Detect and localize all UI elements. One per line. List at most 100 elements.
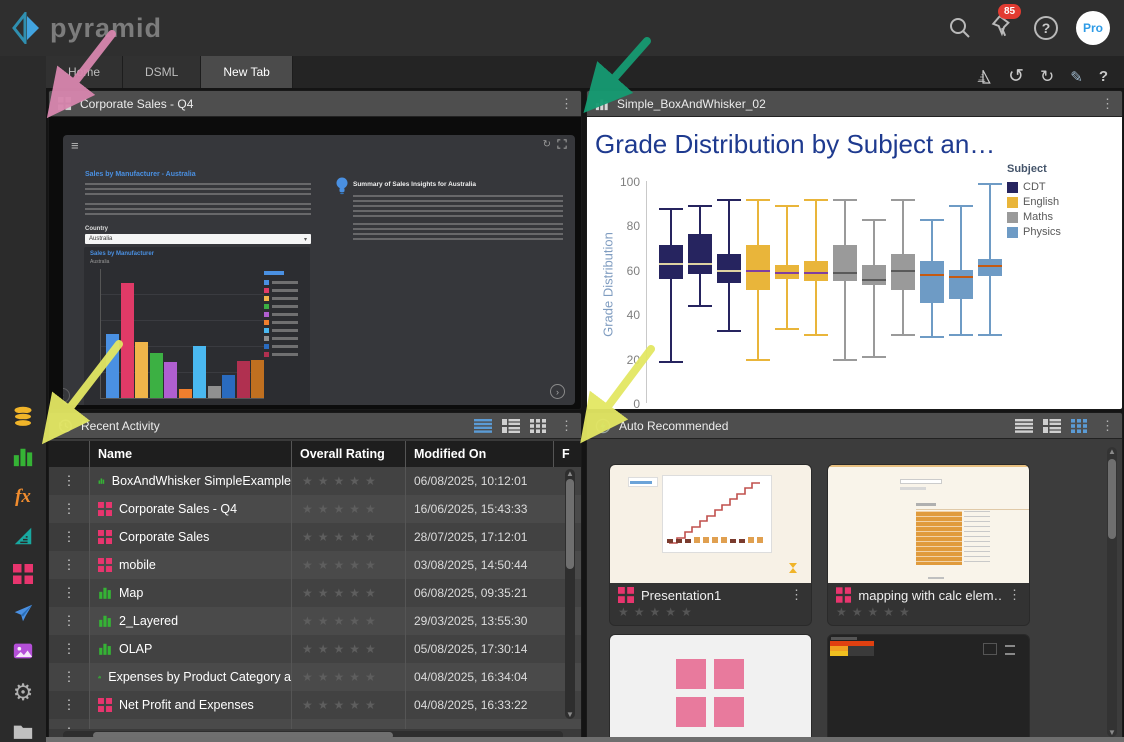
help-toolbar-icon[interactable]: ? (1099, 68, 1108, 85)
box-whisker-cdt-2[interactable] (688, 181, 712, 403)
search-icon[interactable] (948, 16, 972, 40)
refresh-icon[interactable]: ↻ (1040, 67, 1054, 87)
box-whisker-maths-9[interactable] (891, 181, 915, 403)
panel-menu-icon[interactable]: ⋮ (1101, 418, 1114, 434)
sidebar-item-discover[interactable] (0, 439, 46, 475)
sidebar-item-illustrate[interactable] (0, 633, 46, 669)
row-rating[interactable]: ★★★★★ (291, 691, 405, 719)
box-whisker-english-5[interactable] (775, 181, 799, 403)
table-row[interactable]: ⋮BoxAndWhisker SimpleExample★★★★★06/08/2… (49, 467, 581, 495)
panel-menu-icon[interactable]: ⋮ (560, 418, 573, 434)
card-rating[interactable]: ★★★★★ (836, 605, 1021, 619)
country-select[interactable]: Australia ▾ (85, 234, 311, 244)
panel-menu-icon[interactable]: ⋮ (1101, 96, 1114, 112)
row-drag-handle[interactable]: ⋮ (49, 551, 89, 579)
pyramid-model-icon[interactable] (974, 68, 992, 86)
row-drag-handle[interactable]: ⋮ (49, 691, 89, 719)
card-thumbnail[interactable] (610, 465, 811, 583)
box-whisker-physics-11[interactable] (949, 181, 973, 403)
sidebar-item-present[interactable] (0, 518, 46, 554)
box-whisker-cdt-3[interactable] (717, 181, 741, 403)
row-name[interactable]: BoxAndWhisker SimpleExample (89, 467, 291, 495)
row-drag-handle[interactable]: ⋮ (49, 579, 89, 607)
panel-boxwhisker-header[interactable]: Simple_BoxAndWhisker_02 ⋮ (587, 91, 1122, 117)
undo-icon[interactable]: ↺ (1008, 65, 1024, 88)
table-row[interactable]: ⋮Corporate Sales - Q4★★★★★16/06/2025, 15… (49, 495, 581, 523)
box-whisker-cdt-1[interactable] (659, 181, 683, 403)
recommended-card[interactable] (609, 634, 812, 742)
table-row[interactable]: ⋮Map★★★★★06/08/2025, 09:35:21 (49, 579, 581, 607)
list-view-icon[interactable] (1015, 419, 1033, 433)
box-whisker-physics-12[interactable] (978, 181, 1002, 403)
panel-menu-icon[interactable]: ⋮ (560, 96, 573, 112)
card-menu-icon[interactable]: ⋮ (1008, 587, 1021, 603)
row-rating[interactable]: ★★★★★ (291, 551, 405, 579)
tab-new-tab[interactable]: New Tab (201, 56, 292, 88)
row-drag-handle[interactable]: ⋮ (49, 635, 89, 663)
tab-home[interactable]: Home (46, 56, 123, 88)
legend-entry-cdt[interactable]: CDT (1007, 181, 1061, 193)
box-whisker-english-6[interactable] (804, 181, 828, 403)
table-row[interactable]: ⋮Net Profit and Expenses★★★★★04/08/2025,… (49, 691, 581, 719)
column-header-name[interactable]: Name (89, 441, 291, 467)
column-header-f[interactable]: F (553, 441, 581, 467)
row-rating[interactable]: ★★★★★ (291, 607, 405, 635)
recommended-card[interactable] (827, 634, 1030, 742)
legend-entry-english[interactable]: English (1007, 196, 1061, 208)
row-name[interactable]: Corporate Sales - Q4 (89, 495, 291, 523)
sidebar-item-content[interactable] (0, 714, 46, 742)
row-drag-handle[interactable]: ⋮ (49, 663, 89, 691)
pyramid-logo[interactable]: pyramid (0, 12, 162, 44)
preview-next-page-button[interactable]: › (550, 384, 565, 399)
table-row[interactable]: ⋮mobile★★★★★03/08/2025, 14:50:44 (49, 551, 581, 579)
sidebar-item-admin[interactable]: ⚙ (0, 674, 46, 710)
preview-expand-icon[interactable] (557, 139, 567, 149)
vertical-scrollbar[interactable]: ▲ ▼ (565, 469, 575, 719)
sidebar-item-publications[interactable] (0, 556, 46, 592)
row-rating[interactable]: ★★★★★ (291, 663, 405, 691)
card-thumbnail[interactable] (828, 635, 1029, 742)
row-drag-handle[interactable]: ⋮ (49, 719, 89, 729)
row-name[interactable]: mobile (89, 551, 291, 579)
row-rating[interactable]: ★★★★★ (291, 467, 405, 495)
row-name[interactable]: 2_Layered (89, 607, 291, 635)
table-row[interactable]: ⋮OLAP★★★★★05/08/2025, 17:30:14 (49, 635, 581, 663)
box-whisker-physics-10[interactable] (920, 181, 944, 403)
notifications-button[interactable]: 85 (990, 13, 1016, 44)
row-name[interactable]: Net Profit and Expenses (89, 691, 291, 719)
help-button[interactable]: ? (1034, 16, 1058, 40)
preview-refresh-icon[interactable]: ↻ (543, 139, 551, 150)
table-row[interactable]: ⋮Expenses by Product Category a★★★★★04/0… (49, 663, 581, 691)
detail-view-icon[interactable] (502, 419, 520, 433)
row-rating[interactable]: ★★★★★ (291, 523, 405, 551)
row-name[interactable]: Map (89, 579, 291, 607)
corporate-sales-preview[interactable]: ≡ ↻ Sales by Manufacturer - Australia Co… (63, 135, 575, 405)
table-row[interactable]: ⋮ (49, 719, 581, 729)
column-header-overall-rating[interactable]: Overall Rating (291, 441, 405, 467)
row-rating[interactable]: ★★★★★ (291, 579, 405, 607)
column-header-modified-on[interactable]: Modified On (405, 441, 553, 467)
tab-dsml[interactable]: DSML (123, 56, 201, 88)
grid-view-icon[interactable] (1071, 419, 1087, 433)
user-avatar[interactable]: Pro (1076, 11, 1110, 45)
recommended-card-presentation1[interactable]: Presentation1 ⋮ ★★★★★ (609, 464, 812, 626)
detail-view-icon[interactable] (1043, 419, 1061, 433)
edit-icon[interactable]: ✎ (1070, 68, 1083, 86)
panel-auto-header[interactable]: Auto Recommended (587, 413, 1122, 439)
grid-view-icon[interactable] (530, 419, 546, 433)
row-drag-handle[interactable]: ⋮ (49, 467, 89, 495)
preview-menu-icon[interactable]: ≡ (71, 138, 79, 153)
list-view-icon[interactable] (474, 419, 492, 433)
table-row[interactable]: ⋮2_Layered★★★★★29/03/2025, 13:55:30 (49, 607, 581, 635)
card-thumbnail[interactable] (828, 465, 1029, 583)
preview-prev-page-button[interactable]: ‹ (63, 388, 70, 403)
row-drag-handle[interactable]: ⋮ (49, 607, 89, 635)
row-rating[interactable] (291, 719, 405, 729)
panel-corporate-header[interactable]: Corporate Sales - Q4 ⋮ (49, 91, 581, 117)
vertical-scrollbar[interactable]: ▲ ▼ (1107, 447, 1117, 737)
row-drag-handle[interactable]: ⋮ (49, 523, 89, 551)
row-rating[interactable]: ★★★★★ (291, 635, 405, 663)
sidebar-item-publish[interactable] (0, 595, 46, 631)
row-name[interactable]: OLAP (89, 635, 291, 663)
row-name[interactable]: Expenses by Product Category a (89, 663, 291, 691)
